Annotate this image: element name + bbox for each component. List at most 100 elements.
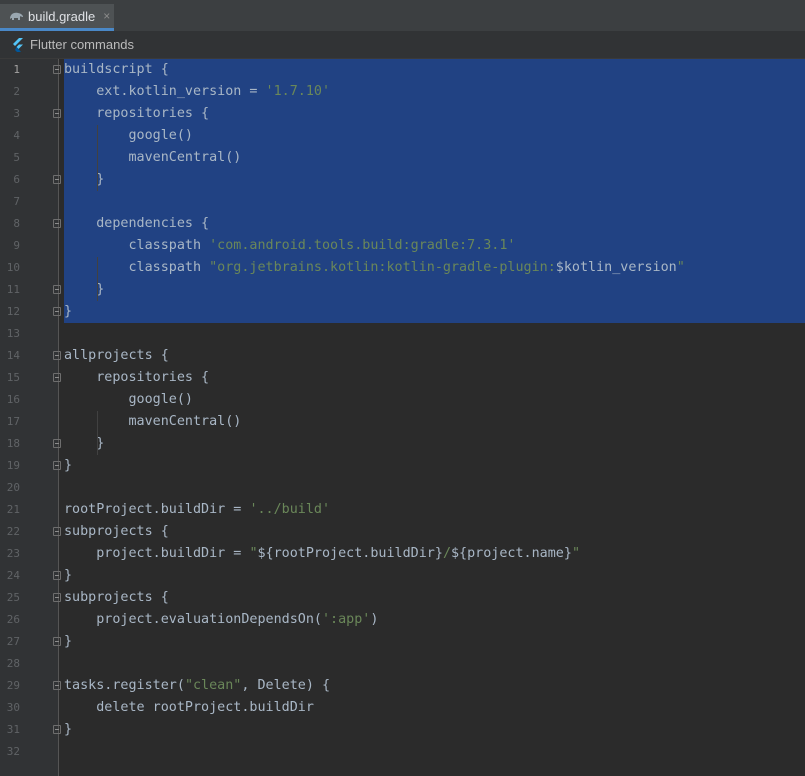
- code-line[interactable]: 18 }: [0, 433, 805, 455]
- code-text: buildscript {: [64, 59, 169, 81]
- fold-marker-icon[interactable]: [53, 461, 61, 470]
- fold-marker-icon[interactable]: [53, 373, 61, 382]
- line-number: 16: [6, 393, 20, 406]
- string-literal: ':app': [321, 612, 371, 627]
- code-token: classpath: [64, 238, 210, 253]
- code-editor[interactable]: 1 buildscript {2 ext.kotlin_version = '1.…: [0, 59, 805, 776]
- code-token: tasks.register(: [64, 678, 185, 693]
- fold-marker-icon[interactable]: [53, 527, 61, 536]
- code-line[interactable]: 29 tasks.register("clean", Delete) {: [0, 675, 805, 697]
- string-literal: 'com.android.tools.build:gradle:7.3.1': [209, 238, 516, 253]
- close-tab-icon[interactable]: ×: [103, 9, 110, 23]
- indent-guide: [97, 125, 98, 191]
- code-token: dependencies {: [64, 216, 210, 231]
- code-line[interactable]: 21 rootProject.buildDir = '../build': [0, 499, 805, 521]
- line-number: 21: [6, 503, 20, 516]
- code-line[interactable]: 9 classpath 'com.android.tools.build:gra…: [0, 235, 805, 257]
- code-line[interactable]: 14 allprojects {: [0, 345, 805, 367]
- code-line[interactable]: 28: [0, 653, 805, 675]
- code-text: dependencies {: [64, 213, 209, 235]
- code-line[interactable]: 19}: [0, 455, 805, 477]
- code-line[interactable]: 32: [0, 741, 805, 763]
- fold-marker-icon[interactable]: [53, 637, 61, 646]
- code-text: repositories {: [64, 103, 209, 125]
- code-line[interactable]: 6 }: [0, 169, 805, 191]
- code-line[interactable]: 15 repositories {: [0, 367, 805, 389]
- code-text: google(): [64, 389, 193, 411]
- code-token: }: [64, 304, 73, 319]
- string-literal: ": [249, 546, 258, 561]
- code-text: }: [64, 565, 72, 587]
- code-line[interactable]: 7: [0, 191, 805, 213]
- code-token: repositories {: [64, 106, 210, 121]
- code-line[interactable]: 24}: [0, 565, 805, 587]
- fold-marker-icon[interactable]: [53, 285, 61, 294]
- code-line[interactable]: 31}: [0, 719, 805, 741]
- code-line[interactable]: 20: [0, 477, 805, 499]
- line-number: 29: [6, 679, 20, 692]
- code-token: classpath: [64, 260, 210, 275]
- code-text: project.evaluationDependsOn(':app'): [64, 609, 378, 631]
- fold-marker-icon[interactable]: [53, 351, 61, 360]
- code-line[interactable]: 2 ext.kotlin_version = '1.7.10': [0, 81, 805, 103]
- code-token: mavenCentral(): [64, 414, 242, 429]
- code-line[interactable]: 17 mavenCentral(): [0, 411, 805, 433]
- code-line[interactable]: 1 buildscript {: [0, 59, 805, 81]
- code-token: ${project.name}: [451, 546, 572, 561]
- code-line[interactable]: 11 }: [0, 279, 805, 301]
- code-line[interactable]: 10 classpath "org.jetbrains.kotlin:kotli…: [0, 257, 805, 279]
- code-text: mavenCentral(): [64, 147, 241, 169]
- line-number: 24: [6, 569, 20, 582]
- code-line[interactable]: 25 subprojects {: [0, 587, 805, 609]
- line-number: 20: [6, 481, 20, 494]
- code-line[interactable]: 3 repositories {: [0, 103, 805, 125]
- fold-marker-icon[interactable]: [53, 109, 61, 118]
- code-line[interactable]: 8 dependencies {: [0, 213, 805, 235]
- code-text: }: [64, 279, 104, 301]
- code-line[interactable]: 30 delete rootProject.buildDir: [0, 697, 805, 719]
- flutter-commands-link[interactable]: Flutter commands: [30, 37, 134, 52]
- code-token: delete rootProject.buildDir: [64, 700, 314, 715]
- line-number: 8: [13, 217, 20, 230]
- code-text: google(): [64, 125, 193, 147]
- fold-marker-icon[interactable]: [53, 571, 61, 580]
- code-text: tasks.register("clean", Delete) {: [64, 675, 330, 697]
- tab-build-gradle[interactable]: build.gradle ×: [0, 4, 114, 31]
- string-literal: ": [571, 546, 580, 561]
- code-text: repositories {: [64, 367, 209, 389]
- line-number: 28: [6, 657, 20, 670]
- fold-marker-icon[interactable]: [53, 175, 61, 184]
- code-line[interactable]: 5 mavenCentral(): [0, 147, 805, 169]
- code-line[interactable]: 16 google(): [0, 389, 805, 411]
- line-number: 13: [6, 327, 20, 340]
- code-text: project.buildDir = "${rootProject.buildD…: [64, 543, 580, 565]
- code-line[interactable]: 23 project.buildDir = "${rootProject.bui…: [0, 543, 805, 565]
- fold-marker-icon[interactable]: [53, 219, 61, 228]
- string-literal: /: [442, 546, 451, 561]
- line-number: 6: [13, 173, 20, 186]
- fold-marker-icon[interactable]: [53, 307, 61, 316]
- code-line[interactable]: 26 project.evaluationDependsOn(':app'): [0, 609, 805, 631]
- code-token: ): [370, 612, 379, 627]
- code-text: }: [64, 433, 104, 455]
- code-line[interactable]: 22 subprojects {: [0, 521, 805, 543]
- selection-highlight: [64, 169, 805, 191]
- line-number: 12: [6, 305, 20, 318]
- code-line[interactable]: 13: [0, 323, 805, 345]
- fold-marker-icon[interactable]: [53, 65, 61, 74]
- code-text: subprojects {: [64, 587, 169, 609]
- code-line[interactable]: 27}: [0, 631, 805, 653]
- code-text: }: [64, 301, 72, 323]
- code-line[interactable]: 4 google(): [0, 125, 805, 147]
- line-number: 23: [6, 547, 20, 560]
- fold-marker-icon[interactable]: [53, 593, 61, 602]
- fold-marker-icon[interactable]: [53, 439, 61, 448]
- code-token: google(): [64, 392, 193, 407]
- code-token: ${rootProject.buildDir}: [257, 546, 443, 561]
- code-line[interactable]: 12}: [0, 301, 805, 323]
- code-text: mavenCentral(): [64, 411, 241, 433]
- fold-marker-icon[interactable]: [53, 725, 61, 734]
- line-number: 10: [6, 261, 20, 274]
- fold-marker-icon[interactable]: [53, 681, 61, 690]
- code-token: }: [64, 436, 105, 451]
